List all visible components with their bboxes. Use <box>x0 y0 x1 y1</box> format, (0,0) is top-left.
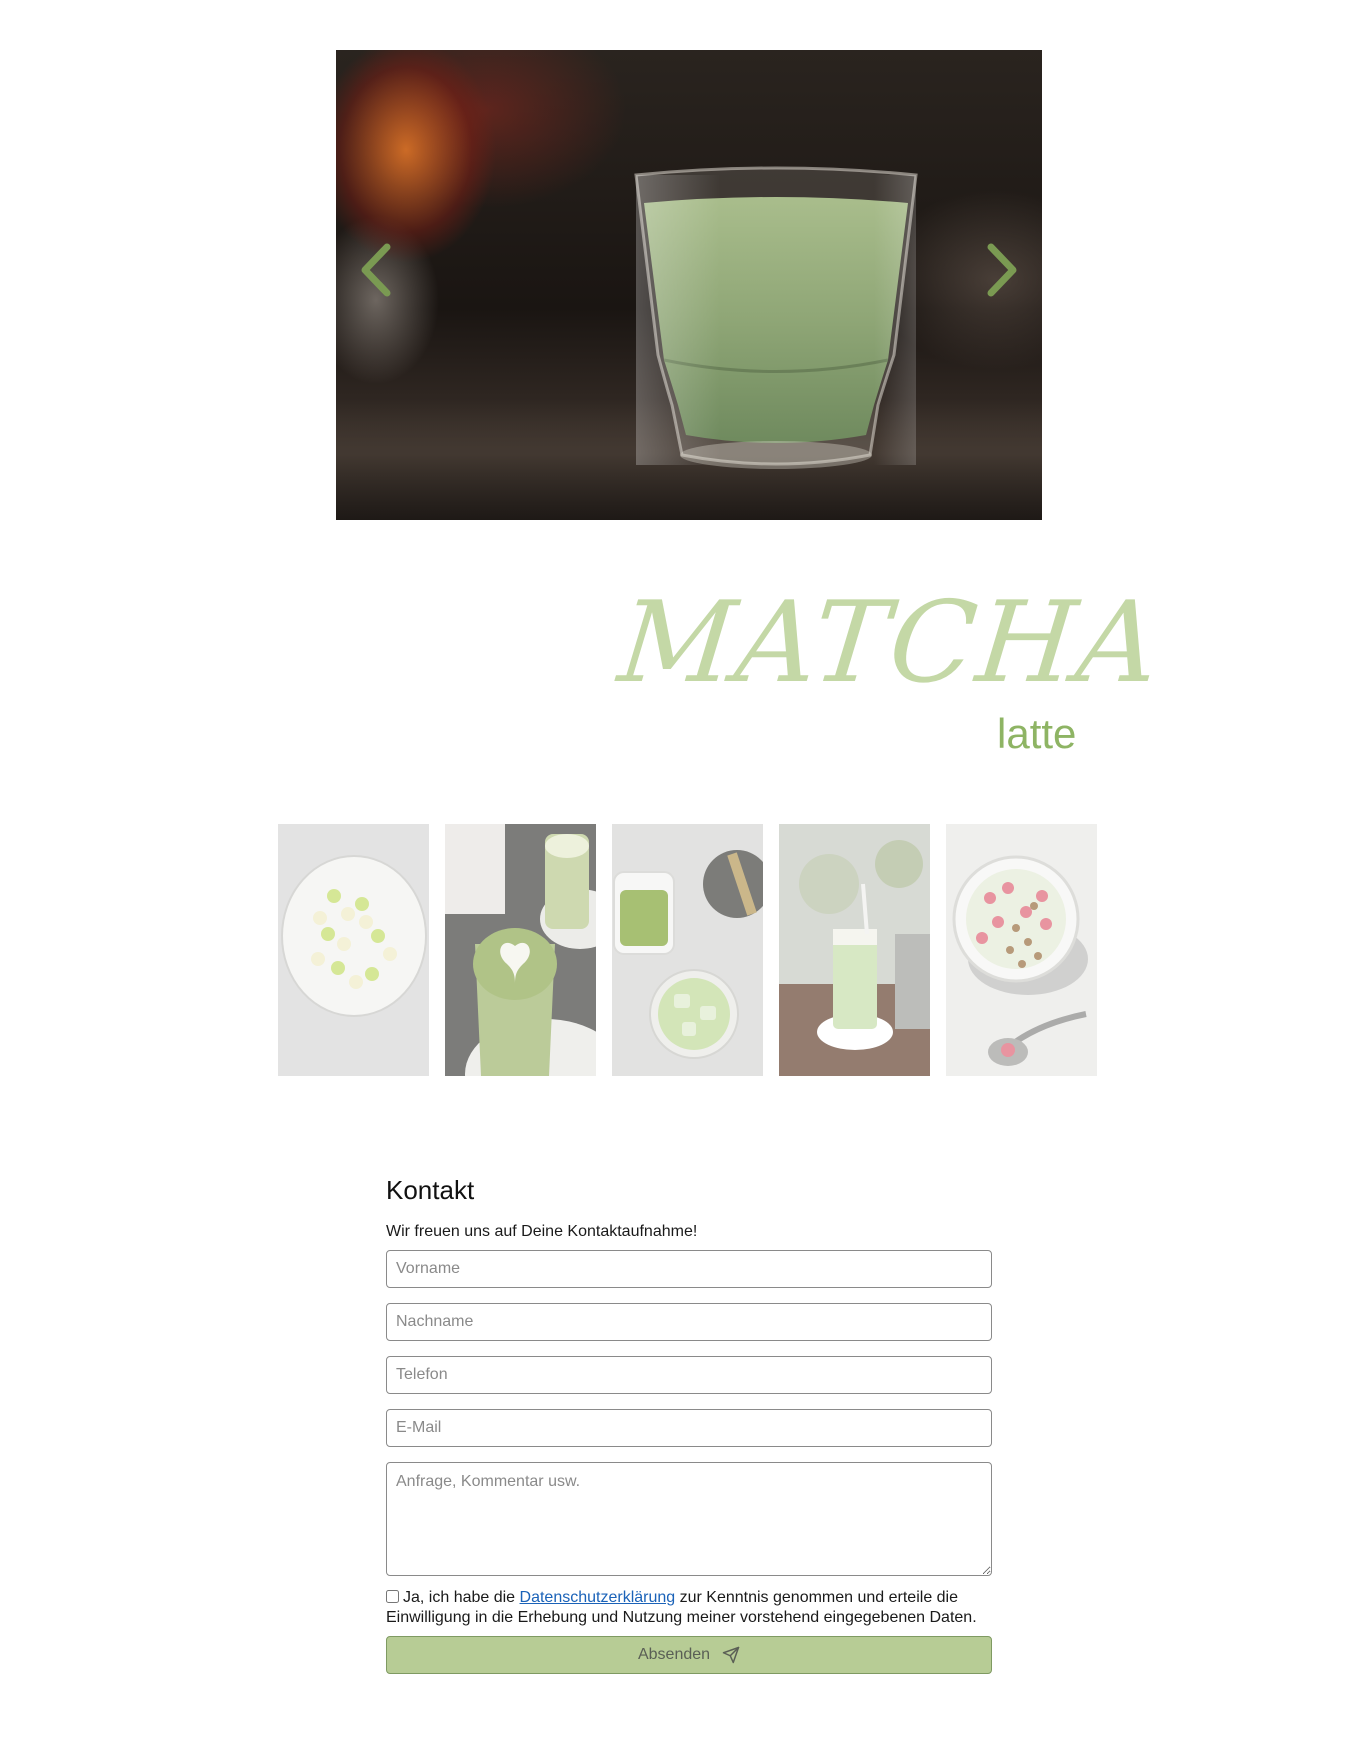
consent-row: Ja, ich habe die Datenschutzerklärung zu… <box>386 1588 992 1628</box>
last-name-input[interactable] <box>386 1303 992 1341</box>
contact-heading: Kontakt <box>386 1175 475 1205</box>
image-slider <box>336 50 1042 520</box>
matcha-powder-iced-image <box>612 824 763 1076</box>
paper-plane-icon <box>722 1646 740 1664</box>
hero-title: MATCHA <box>613 578 1168 708</box>
matcha-glass-photo <box>634 166 918 469</box>
slider-prev-button[interactable] <box>346 230 406 310</box>
consent-text-before: Ja, ich habe die <box>403 1589 520 1606</box>
gallery-tile-matcha-bowl[interactable] <box>946 824 1097 1076</box>
gallery-tile-powder-iced[interactable] <box>612 824 763 1076</box>
iced-matcha-glass-image <box>779 824 930 1076</box>
matcha-bowl-raspberry-image <box>946 824 1097 1076</box>
photo-gallery <box>278 824 1100 1076</box>
gallery-tile-heart-candies[interactable] <box>278 824 429 1076</box>
consent-checkbox[interactable] <box>386 1590 399 1603</box>
submit-button[interactable]: Absenden <box>386 1636 992 1674</box>
first-name-input[interactable] <box>386 1250 992 1288</box>
heart-candies-image <box>278 824 429 1076</box>
email-input[interactable] <box>386 1409 992 1447</box>
slider-next-button[interactable] <box>972 230 1032 310</box>
hero-subtitle: latte <box>997 710 1077 757</box>
privacy-policy-link[interactable]: Datenschutzerklärung <box>520 1589 676 1606</box>
submit-label: Absenden <box>637 1646 711 1663</box>
chevron-left-icon <box>361 243 391 297</box>
gallery-tile-iced-glass[interactable] <box>779 824 930 1076</box>
message-textarea[interactable] <box>386 1462 992 1576</box>
contact-intro: Wir freuen uns auf Deine Kontaktaufnahme… <box>386 1223 698 1240</box>
contact-section: Kontakt Wir freuen uns auf Deine Kontakt… <box>386 1170 992 1674</box>
matcha-latte-art-image <box>445 824 596 1076</box>
phone-input[interactable] <box>386 1356 992 1394</box>
chevron-right-icon <box>987 243 1017 297</box>
gallery-tile-latte-art[interactable] <box>445 824 596 1076</box>
